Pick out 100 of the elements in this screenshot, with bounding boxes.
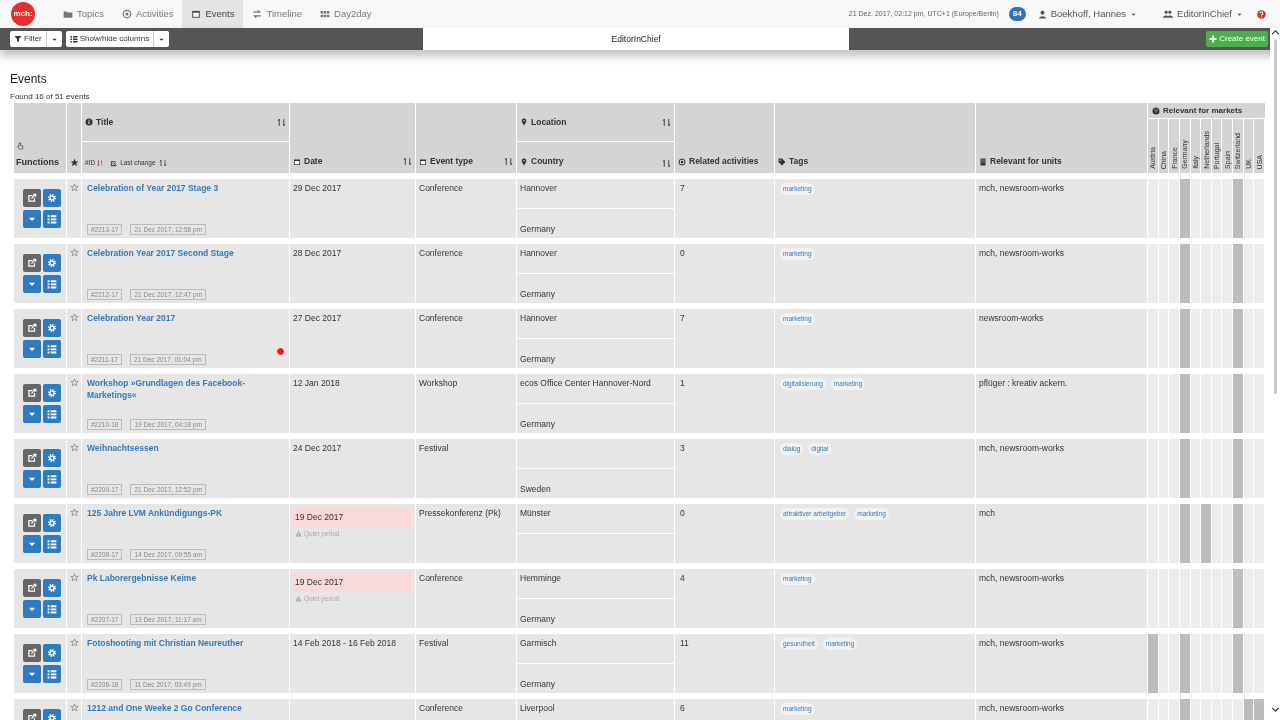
globe-icon [1152,106,1160,115]
settings-icon [47,583,57,593]
column-header[interactable]: Relevant for markets [1152,104,1243,117]
notification-badge[interactable]: 84 [1008,7,1026,21]
expand-button[interactable] [23,535,41,553]
list-button[interactable] [43,535,61,553]
expand-button[interactable] [23,600,41,618]
expand-button[interactable] [23,405,41,423]
settings-button[interactable] [43,579,61,597]
country-text: Germany [520,613,555,626]
info-icon [85,118,93,126]
related-count: 3 [680,443,685,453]
sort-icon [403,157,412,167]
result-count: Found 16 of 51 events [10,92,90,101]
column-header[interactable]: Relevant for units [979,155,1062,168]
settings-button[interactable] [43,514,61,532]
pin-icon [520,157,528,166]
column-header[interactable]: Event type [419,155,473,168]
units-text: mch [979,508,996,518]
related-count: 1 [680,378,685,388]
expand-button[interactable] [23,665,41,683]
settings-icon [47,453,57,463]
edit-icon [27,518,37,528]
user-menu[interactable]: Boekhoff, Hannes [1037,6,1138,22]
role-box: EditorInChief [423,28,850,50]
list-button[interactable] [43,275,61,293]
settings-icon [47,323,57,333]
sort-icon [158,159,167,168]
list-button[interactable] [43,405,61,423]
date-text: 12 Jan 2018 [293,378,340,388]
nav-tab[interactable]: Topics [54,0,113,28]
users-icon [1163,9,1174,19]
edit-link-button[interactable] [23,644,41,662]
edit-link-button[interactable] [23,579,41,597]
related-count: 4 [680,573,685,583]
list-icon [69,35,78,43]
event-title-link[interactable]: Weihnachtsessen [87,442,284,454]
settings-button[interactable] [43,189,61,207]
list-button[interactable] [43,470,61,488]
list-button[interactable] [43,340,61,358]
expand-button[interactable] [23,210,41,228]
city-text: Garmisch [520,638,557,648]
country-text: Sweden [520,483,551,496]
column-header[interactable]: Title [85,115,114,129]
settings-button[interactable] [43,319,61,337]
column-header: Functions [16,155,60,169]
expand-button[interactable] [23,275,41,293]
column-header[interactable]: Tags [778,155,809,168]
logo[interactable]: mch: [11,2,35,26]
edit-link-button[interactable] [23,384,41,402]
event-title-link[interactable]: 125 Jahre LVM Ankündigungs-PK [87,507,284,519]
list-button[interactable] [43,210,61,228]
nav-tab[interactable]: Activities [112,0,183,28]
settings-icon [47,713,57,720]
nav-tab[interactable]: Timeline [243,0,311,28]
date-text: 29 Dec 2017 [293,183,342,193]
settings-icon [47,388,57,398]
related-count: 6 [680,703,685,713]
event-title-link[interactable]: 1212 and One Weeke 2 Go Conference [87,702,284,714]
event-title-link[interactable]: Pk Laborergebnisse Keime [87,572,284,584]
date-text: 24 Dec 2017 [293,443,342,453]
role-menu[interactable]: EditorInChief [1163,6,1243,22]
list-button[interactable] [43,665,61,683]
edit-link-button[interactable] [23,514,41,532]
event-title-link[interactable]: Workshop »Grundlagen des Facebook-Marketings« [87,377,284,401]
expand-button[interactable] [23,340,41,358]
settings-button[interactable] [43,384,61,402]
nav-tab[interactable]: Events [182,0,244,28]
scrollbar-thumb[interactable] [1273,39,1277,394]
country-text: Germany [520,418,555,431]
units-text: pflüger : kreativ ackern. [979,378,1068,388]
column-header[interactable]: Country [520,155,564,168]
list-button[interactable] [43,600,61,618]
settings-button[interactable] [43,254,61,272]
column-header[interactable]: Date [293,155,323,168]
plus-icon [1209,35,1218,43]
column-header[interactable]: Location [520,115,567,129]
edit-link-button[interactable] [23,254,41,272]
folder-icon [63,9,73,19]
edit-icon [27,388,37,398]
create-event-button[interactable]: Create event [1206,31,1268,47]
event-title-link[interactable]: Fotoshooting mit Christian Neureuther [87,637,284,649]
settings-button[interactable] [43,644,61,662]
city-text: Münster [520,508,551,518]
star-outline-icon [69,443,79,452]
expand-button[interactable] [23,470,41,488]
event-title-link[interactable]: Celebration Year 2017 Second Stage [87,247,284,259]
event-title-link[interactable]: Celebration Year 2017 [87,312,284,324]
settings-button[interactable] [43,449,61,467]
event-title-link[interactable]: Celebration of Year 2017 Stage 3 [87,182,284,194]
settings-icon [47,258,57,268]
edit-link-button[interactable] [23,189,41,207]
settings-icon [47,193,57,203]
nav-tab[interactable]: Day2day [311,0,381,28]
column-header[interactable]: Related activities [678,155,759,168]
related-count: 0 [680,508,685,518]
edit-link-button[interactable] [23,449,41,467]
event-type-text: Conference [419,703,463,713]
edit-link-button[interactable] [23,319,41,337]
checked-edit-icon [110,159,118,167]
